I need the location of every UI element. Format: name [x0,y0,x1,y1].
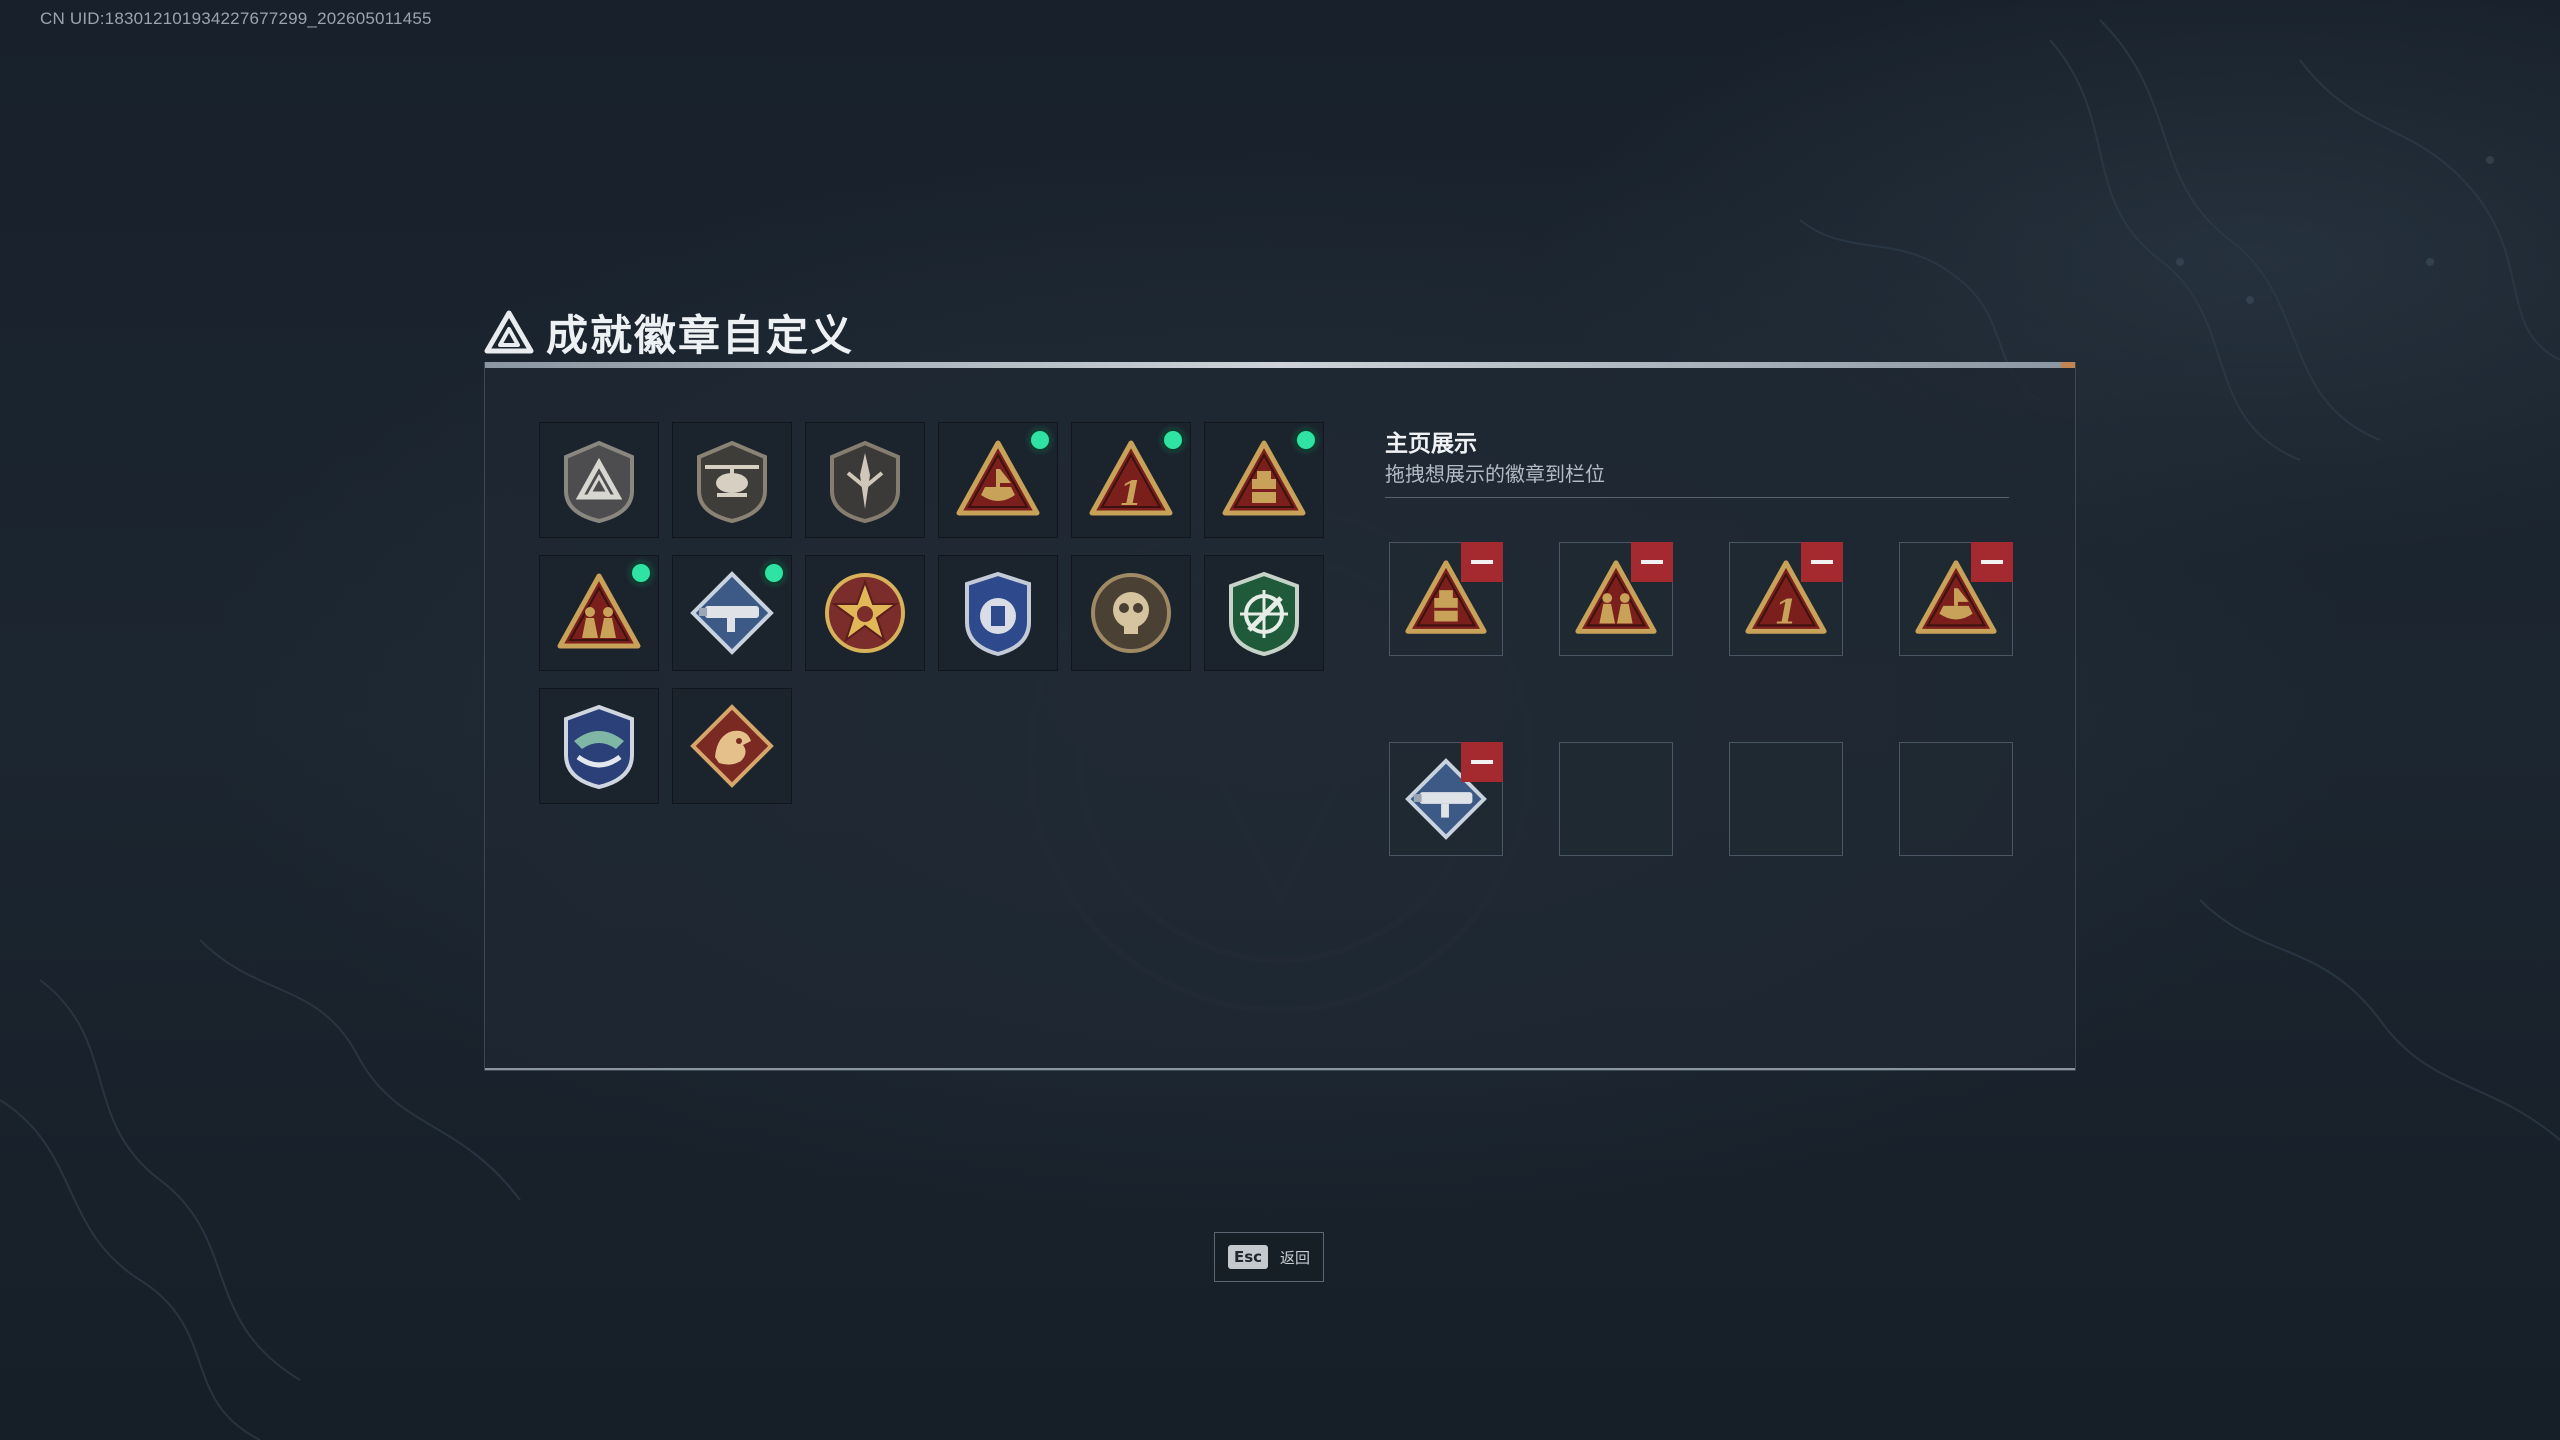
blue-wings-shield-badge-icon [564,704,634,790]
badge-item[interactable] [805,555,925,671]
badge-item[interactable] [1204,422,1324,538]
badge-item[interactable] [539,422,659,538]
badge-item[interactable] [539,688,659,804]
badge-item[interactable] [805,422,925,538]
triangle-logo-icon [484,310,534,354]
showcase-slot[interactable] [1559,542,1673,656]
police-shield-badge-icon [965,571,1031,657]
badge-item[interactable] [672,688,792,804]
svg-text:1: 1 [1119,474,1143,514]
remove-badge-button[interactable] [1461,742,1503,782]
badge-customize-panel: 1 主页展示 拖拽想展示的徽章到栏位 1 [484,362,2076,1071]
back-button[interactable]: Esc 返回 [1214,1232,1324,1282]
number-one-triangle-badge-icon: 1 [1089,440,1173,516]
badge-item[interactable] [938,555,1058,671]
remove-badge-button[interactable] [1801,542,1843,582]
panel-top-bar [485,362,2075,368]
new-indicator-dot [1297,431,1315,449]
remove-badge-button[interactable] [1971,542,2013,582]
new-indicator-dot [1031,431,1049,449]
panel-bottom-line [485,1068,2075,1070]
minus-icon [1981,560,2003,564]
remove-badge-button[interactable] [1631,542,1673,582]
showcase-slot[interactable] [1899,542,2013,656]
dagger-shield-badge-icon [830,440,900,524]
dragon-diamond-badge-icon [690,704,774,788]
badge-item[interactable]: 1 [1071,422,1191,538]
page-title: 成就徽章自定义 [546,310,855,360]
minus-icon [1471,760,1493,764]
new-indicator-dot [632,564,650,582]
showcase-divider [1385,497,2009,498]
green-crosshair-shield-badge-icon [1229,571,1299,657]
badge-item[interactable] [938,422,1058,538]
skull-round-badge-icon [1091,573,1171,653]
new-indicator-dot [1164,431,1182,449]
badge-item[interactable] [1204,555,1324,671]
showcase-slot[interactable]: 1 [1729,542,1843,656]
box-triangle-badge-icon [1222,440,1306,516]
minus-icon [1641,560,1663,564]
back-label: 返回 [1280,1248,1311,1267]
showcase-subtitle: 拖拽想展示的徽章到栏位 [1385,462,1605,486]
minus-icon [1471,560,1493,564]
uid-watermark: CN UID:18301210193422767729​9_2026050114… [40,9,432,28]
minus-icon [1811,560,1833,564]
remove-badge-button[interactable] [1461,542,1503,582]
shield-triangle-badge-icon [564,440,634,524]
showcase-slot-empty[interactable] [1559,742,1673,856]
new-indicator-dot [765,564,783,582]
badge-item[interactable] [539,555,659,671]
showcase-title: 主页展示 [1385,431,1477,457]
badge-item[interactable] [672,422,792,538]
showcase-slot-empty[interactable] [1899,742,2013,856]
svg-text:1: 1 [1774,592,1797,631]
helicopter-badge-icon [697,440,767,524]
boat-triangle-badge-icon [956,440,1040,516]
showcase-slot[interactable] [1389,742,1503,856]
esc-key-hint: Esc [1227,1245,1269,1269]
badge-item[interactable] [1071,555,1191,671]
star-medal-badge-icon [825,573,905,653]
rocket-launcher-diamond-badge-icon [690,571,774,655]
showcase-slot-empty[interactable] [1729,742,1843,856]
showcase-slot[interactable] [1389,542,1503,656]
soldiers-triangle-badge-icon [557,573,641,649]
page-header: 成就徽章自定义 [484,304,854,360]
badge-item[interactable] [672,555,792,671]
